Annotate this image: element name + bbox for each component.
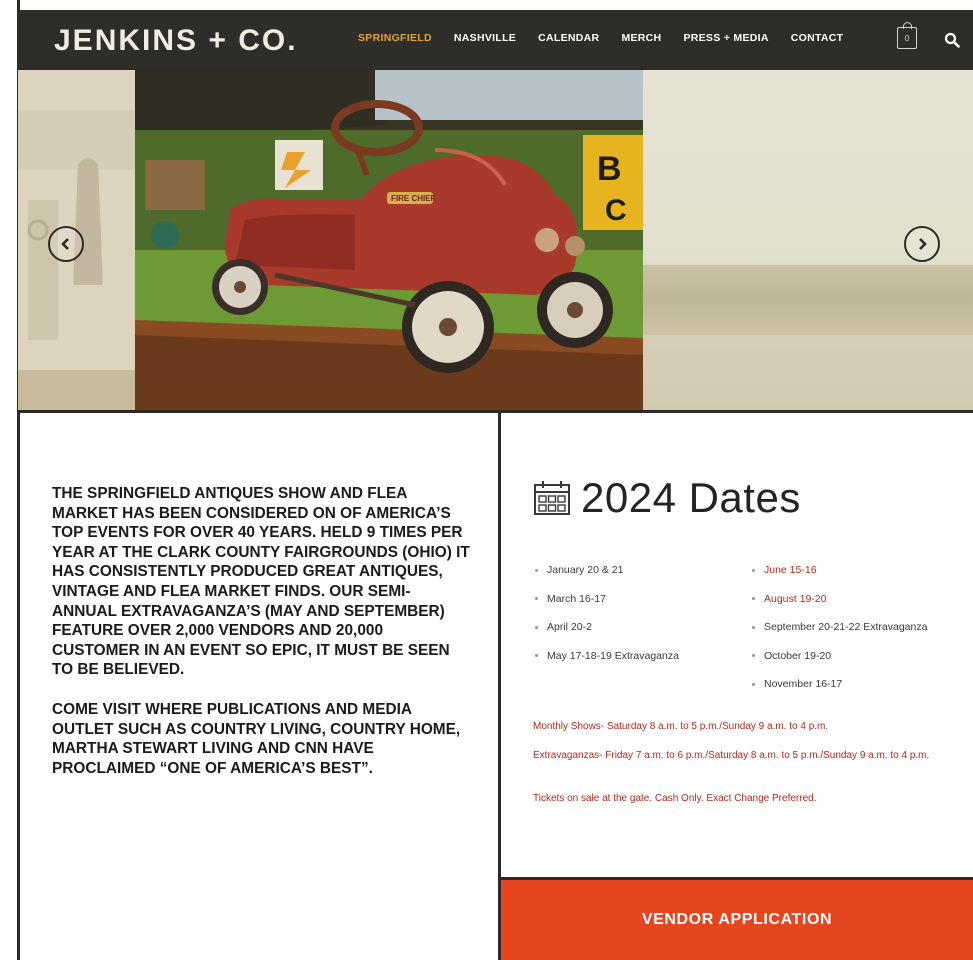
nav-press-media[interactable]: PRESS + MEDIA [683,32,768,44]
date-item: January 20 & 21 [535,556,679,585]
ticket-info: Tickets on sale at the gate. Cash Only. … [533,793,817,804]
nav-nashville[interactable]: NASHVILLE [454,32,516,44]
nav-springfield[interactable]: SPRINGFIELD [358,32,432,44]
main-nav: SPRINGFIELD NASHVILLE CALENDAR MERCH PRE… [358,32,865,44]
chevron-left-icon [61,238,69,250]
pedal-car-badge: FIRE CHIEF [391,194,436,203]
dates-heading: 2024 Dates [533,474,801,522]
nav-calendar[interactable]: CALENDAR [538,32,599,44]
flea-market-crowd [643,265,973,335]
carousel-prev-button[interactable] [48,226,84,262]
search-icon[interactable] [944,32,960,48]
date-item: October 19-20 [752,642,927,671]
vendor-application-button[interactable]: VENDOR APPLICATION [501,877,973,960]
vendor-application-label: VENDOR APPLICATION [641,911,833,928]
dates-title: 2024 Dates [581,474,801,521]
date-item: April 20-2 [535,613,679,642]
date-item: May 17-18-19 Extravaganza [535,642,679,671]
carousel-next-button[interactable] [904,226,940,262]
carousel-slide-pedal-car: B C FIRE CHIEF [135,70,643,410]
cart-count: 0 [904,34,910,43]
hero-carousel: B C FIRE CHIEF [18,70,973,410]
about-paragraph-2: COME VISIT WHERE PUBLICATIONS AND MEDIA … [52,700,461,777]
extravaganza-hours: Extravaganzas- Friday 7 a.m. to 6 p.m./S… [533,750,930,761]
dates-list-right: June 15-16 August 19-20 September 20-21-… [752,556,927,699]
svg-text:B: B [597,150,622,188]
chevron-right-icon [919,238,927,250]
calendar-icon [534,481,570,515]
monthly-hours: Monthly Shows- Saturday 8 a.m. to 5 p.m.… [533,721,829,732]
date-item: March 16-17 [535,585,679,614]
brand-logo[interactable]: JENKINS + CO. [54,24,298,58]
section-divider [18,410,973,413]
svg-text:C: C [605,194,627,227]
date-item: November 16-17 [752,670,927,699]
date-item: September 20-21-22 Extravaganza [752,613,927,642]
about-section: THE SPRINGFIELD ANTIQUES SHOW AND FLEA M… [52,484,472,778]
nav-merch[interactable]: MERCH [621,32,661,44]
date-item: June 15-16 [752,556,927,585]
date-item: August 19-20 [752,585,927,614]
dates-list-left: January 20 & 21 March 16-17 April 20-2 M… [535,556,679,670]
about-paragraph-1: THE SPRINGFIELD ANTIQUES SHOW AND FLEA M… [52,485,470,679]
nav-contact[interactable]: CONTACT [791,32,844,44]
site-header: JENKINS + CO. SPRINGFIELD NASHVILLE CALE… [18,10,973,70]
shopping-bag-icon[interactable]: 0 [897,22,917,49]
